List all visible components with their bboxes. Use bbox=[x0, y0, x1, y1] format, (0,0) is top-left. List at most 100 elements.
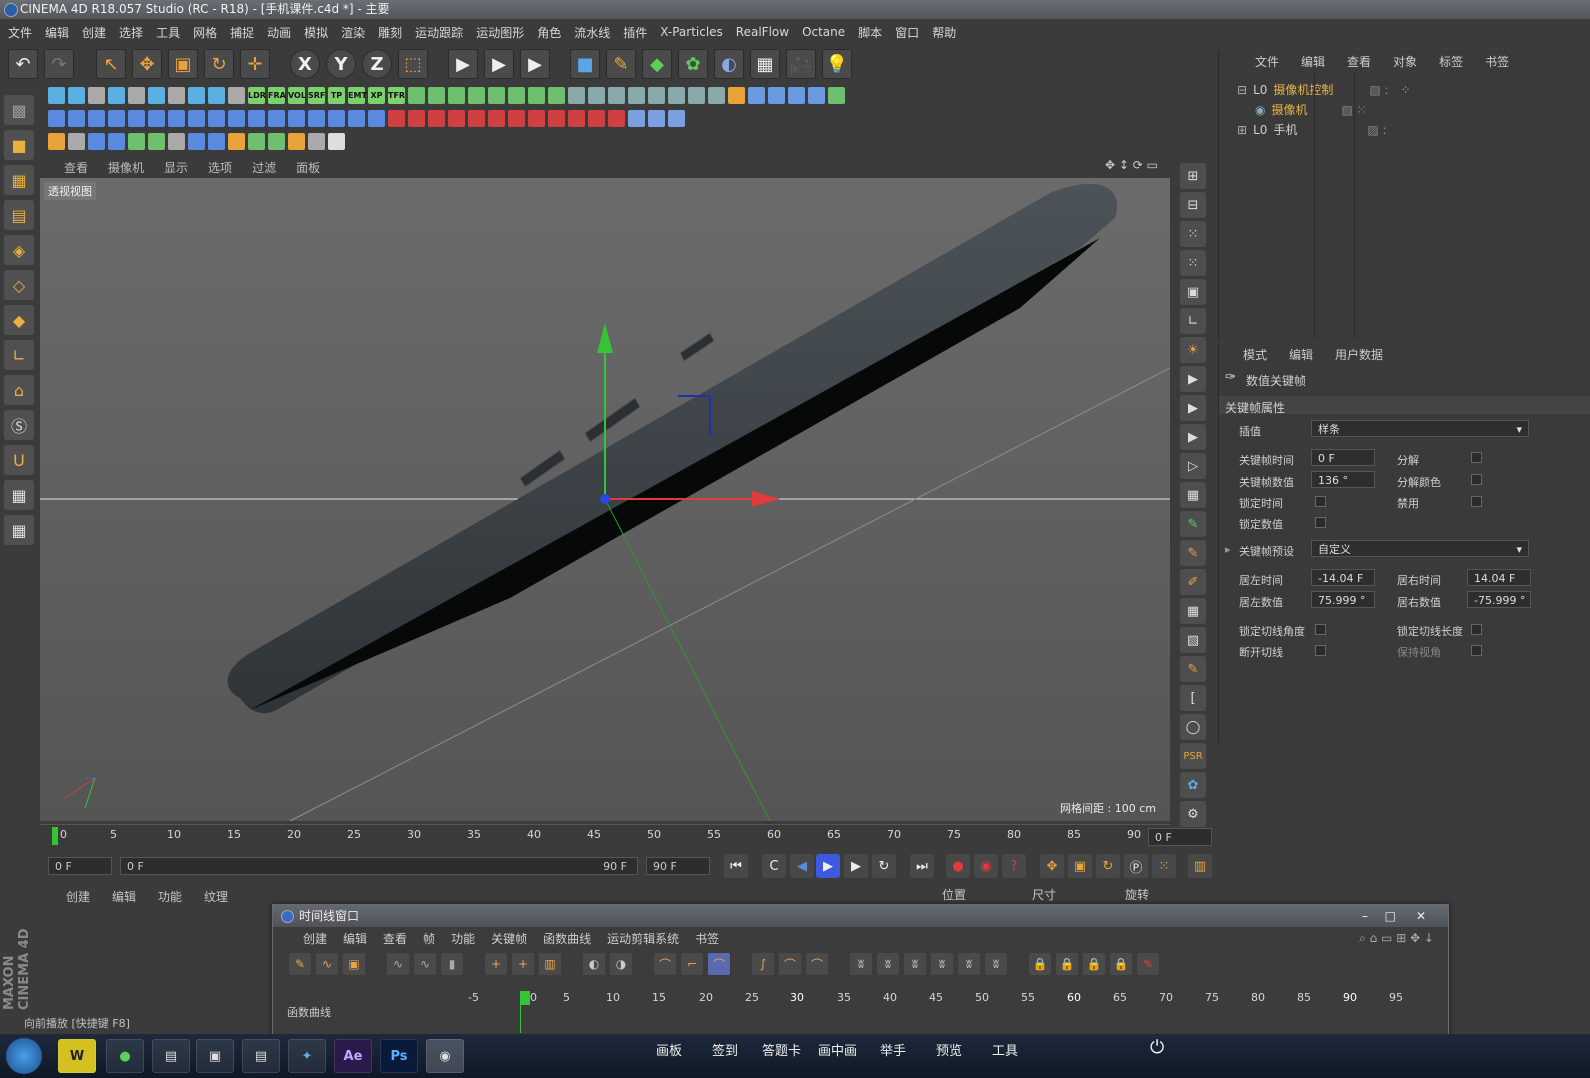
plugin-icon[interactable] bbox=[108, 87, 125, 104]
plugin-icon[interactable] bbox=[68, 110, 85, 127]
plugin-icon[interactable] bbox=[508, 110, 525, 127]
scale-button[interactable]: ▣ bbox=[168, 49, 198, 79]
tool-button[interactable]: [ bbox=[1180, 685, 1206, 711]
polygons-mode-button[interactable]: ◆ bbox=[4, 305, 34, 335]
key-tool-button[interactable]: ʬ bbox=[931, 953, 953, 975]
tool-button[interactable]: ▣ bbox=[1180, 279, 1206, 305]
plugin-icon[interactable] bbox=[128, 110, 145, 127]
plugin-icon[interactable] bbox=[328, 110, 345, 127]
settings-button[interactable]: ⚙ bbox=[1180, 801, 1206, 827]
go-to-start-button[interactable]: ⏮ bbox=[724, 854, 748, 878]
start-frame-field[interactable]: 0 F bbox=[48, 857, 112, 875]
plugin-icon[interactable] bbox=[108, 133, 125, 150]
am-menu-userdata[interactable]: 用户数据 bbox=[1335, 346, 1383, 363]
plugin-icon[interactable] bbox=[468, 110, 485, 127]
tl-menu-view[interactable]: 查看 bbox=[383, 930, 407, 947]
plugin-icon[interactable] bbox=[668, 87, 685, 104]
plugin-icon[interactable] bbox=[748, 87, 765, 104]
menu-motion-tracking[interactable]: 运动跟踪 bbox=[415, 24, 463, 41]
cloner-button[interactable]: ✿ bbox=[678, 49, 708, 79]
rotate-button[interactable]: ↻ bbox=[204, 49, 234, 79]
solo-button[interactable]: Ⓢ bbox=[4, 410, 34, 440]
keyframe-selection-button[interactable]: ? bbox=[1002, 854, 1026, 878]
plugin-icon[interactable] bbox=[588, 87, 605, 104]
plugin-icon[interactable] bbox=[148, 87, 165, 104]
deformer-button[interactable]: ◐ bbox=[714, 49, 744, 79]
tool-button[interactable]: ▦ bbox=[1180, 598, 1206, 624]
plugin-icon[interactable] bbox=[168, 110, 185, 127]
plugin-icon[interactable] bbox=[248, 110, 265, 127]
plugin-icon[interactable] bbox=[488, 87, 505, 104]
taskbar-app-photoshop[interactable]: Ps bbox=[380, 1039, 418, 1073]
tool-button[interactable]: ◯ bbox=[1180, 714, 1206, 740]
snap-button[interactable]: U bbox=[4, 445, 34, 475]
key-mode-button[interactable]: ✎ bbox=[289, 953, 311, 975]
tangent-tool-button[interactable]: ⌒ bbox=[654, 953, 676, 975]
plugin-icon[interactable] bbox=[708, 87, 725, 104]
lock-key-button[interactable]: 🔒 bbox=[1110, 953, 1132, 975]
phone-model-top[interactable] bbox=[227, 183, 1118, 714]
lock-time-checkbox[interactable] bbox=[1315, 496, 1326, 507]
plugin-icon[interactable] bbox=[308, 110, 325, 127]
minimize-button[interactable]: – bbox=[1362, 905, 1368, 927]
current-frame-field[interactable]: 0 F bbox=[1148, 828, 1212, 846]
menu-octane[interactable]: Octane bbox=[802, 25, 845, 39]
taskbar-app-after-effects[interactable]: Ae bbox=[334, 1039, 372, 1073]
plugin-icon[interactable] bbox=[88, 110, 105, 127]
tl-menu-create[interactable]: 创建 bbox=[303, 930, 327, 947]
plugin-icon[interactable] bbox=[608, 87, 625, 104]
tweak-mode-button[interactable]: ⌂ bbox=[4, 375, 34, 405]
xp-vol-button[interactable]: VOL bbox=[288, 87, 306, 104]
object-name[interactable]: 手机 bbox=[1273, 120, 1297, 140]
plugin-icon[interactable] bbox=[208, 133, 225, 150]
visibility-toggle-icon[interactable]: ▨ : bbox=[1369, 80, 1388, 100]
redo-button[interactable]: ↷ bbox=[44, 49, 74, 79]
tangent-tool-button[interactable]: ⌒ bbox=[708, 953, 730, 975]
y-axis-lock-button[interactable]: Y bbox=[326, 49, 356, 79]
xp-tp-button[interactable]: TP bbox=[328, 87, 345, 104]
tool-button[interactable]: ⁙ bbox=[1180, 221, 1206, 247]
tl-menu-edit[interactable]: 编辑 bbox=[343, 930, 367, 947]
plugin-icon[interactable] bbox=[68, 87, 85, 104]
plugin-icon[interactable] bbox=[368, 110, 385, 127]
record-parameter-button[interactable]: Ⓟ bbox=[1124, 854, 1148, 878]
curve-tool-button[interactable]: ▮ bbox=[441, 953, 463, 975]
y-axis-arrow[interactable] bbox=[597, 323, 613, 353]
key-tool-button[interactable]: ▥ bbox=[539, 953, 561, 975]
render-view-button[interactable]: ▶ bbox=[448, 49, 478, 79]
key-tool-button[interactable]: ʬ bbox=[877, 953, 899, 975]
z-axis-lock-button[interactable]: Z bbox=[362, 49, 392, 79]
plugin-icon[interactable] bbox=[568, 110, 585, 127]
object-row-camera-rig[interactable]: ⊟ L0 摄像机控制 ▨ : ⁘ bbox=[1219, 80, 1590, 100]
am-menu-mode[interactable]: 模式 bbox=[1243, 346, 1267, 363]
play-forward-button[interactable]: ▶ bbox=[816, 854, 840, 878]
plugin-icon[interactable] bbox=[628, 110, 645, 127]
plugin-icon[interactable] bbox=[548, 87, 565, 104]
timeline-nav-icons[interactable]: ⌕ ⌂ ▭ ⊞ ✥ ↓ bbox=[1359, 931, 1434, 946]
tool-button[interactable]: ▶ bbox=[1180, 424, 1206, 450]
plugin-icon[interactable] bbox=[768, 87, 785, 104]
motion-mode-button[interactable]: ▣ bbox=[343, 953, 365, 975]
viewport-nav-icons[interactable]: ✥ ↕ ⟳ ▭ bbox=[1105, 158, 1158, 172]
camera-button[interactable]: 🎥 bbox=[786, 49, 816, 79]
start-button[interactable] bbox=[6, 1038, 42, 1074]
make-editable-button[interactable]: ▩ bbox=[4, 95, 34, 125]
record-position-button[interactable]: ✥ bbox=[1040, 854, 1064, 878]
menu-edit[interactable]: 编辑 bbox=[45, 24, 69, 41]
pen-spline-button[interactable]: ✎ bbox=[606, 49, 636, 79]
menu-tools[interactable]: 工具 bbox=[156, 24, 180, 41]
plugin-icon[interactable] bbox=[788, 87, 805, 104]
tool-button[interactable]: ✎ bbox=[1180, 656, 1206, 682]
gear-icon[interactable] bbox=[128, 87, 145, 104]
plugin-icon[interactable] bbox=[668, 110, 685, 127]
lock-tangent-angle-checkbox[interactable] bbox=[1315, 624, 1326, 635]
break-color-checkbox[interactable] bbox=[1471, 474, 1482, 485]
plugin-icon[interactable] bbox=[448, 87, 465, 104]
om-menu-edit[interactable]: 编辑 bbox=[1301, 53, 1325, 70]
menu-simulate[interactable]: 模拟 bbox=[304, 24, 328, 41]
go-to-end-button[interactable]: ⏭ bbox=[910, 854, 934, 878]
render-settings-button[interactable]: ▶ bbox=[520, 49, 550, 79]
menu-mograph[interactable]: 运动图形 bbox=[476, 24, 524, 41]
gear-icon[interactable] bbox=[168, 87, 185, 104]
break-checkbox[interactable] bbox=[1471, 452, 1482, 463]
